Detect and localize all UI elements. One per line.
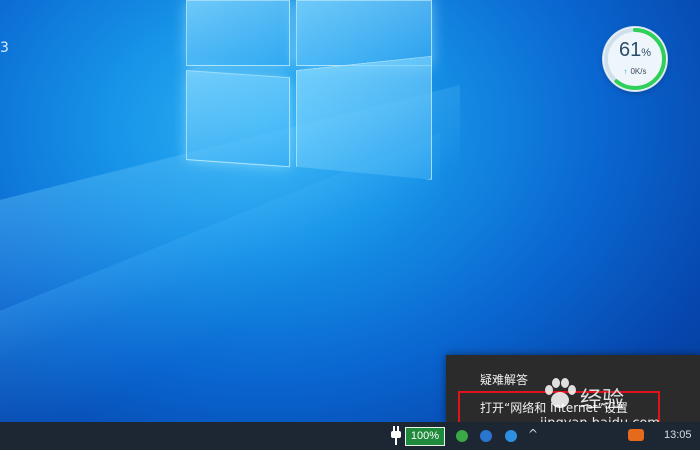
upload-rate: ↑ 0K/s <box>603 67 667 76</box>
windows-logo-pane <box>296 0 432 66</box>
network-context-menu: 疑难解答 打开“网络和 Internet”设置 <box>446 355 700 423</box>
chevron-up-icon[interactable]: ^ <box>528 427 538 441</box>
arrow-up-icon: ↑ <box>623 67 628 76</box>
windows-logo-pane <box>186 70 290 168</box>
menu-item-label: 疑难解答 <box>480 373 529 387</box>
windows-logo-pane <box>296 56 432 194</box>
desktop-edge-text: 3 <box>0 40 9 56</box>
percent-value: 61 <box>618 39 642 61</box>
tray-app-icon[interactable] <box>456 430 468 442</box>
windows-logo-pane <box>186 0 290 66</box>
network-speed-widget[interactable]: 61% ↑ 0K/s <box>603 27 667 91</box>
tray-app-icon[interactable] <box>480 430 492 442</box>
power-plug-icon[interactable] <box>390 426 402 446</box>
taskbar-clock[interactable]: 13:05 <box>664 429 692 441</box>
battery-level-badge[interactable]: 100% <box>405 427 445 446</box>
taskbar: 100% ^ 13:05 <box>0 422 700 450</box>
light-beam <box>0 133 440 450</box>
upload-rate-value: 0K/s <box>630 67 647 76</box>
menu-item-label: 打开“网络和 Internet”设置 <box>480 401 628 415</box>
menu-item-open-network-settings[interactable]: 打开“网络和 Internet”设置 <box>446 395 700 421</box>
tray-info-icon[interactable] <box>505 430 517 442</box>
menu-item-troubleshoot[interactable]: 疑难解答 <box>446 367 700 393</box>
percent-unit: % <box>641 47 652 59</box>
tray-app-icon[interactable] <box>628 429 644 441</box>
memory-usage-percent: 61% <box>603 39 667 62</box>
desktop-background: 3 61% ↑ 0K/s 疑难解答 打开“网络和 Internet”设置 经验 … <box>0 0 700 450</box>
